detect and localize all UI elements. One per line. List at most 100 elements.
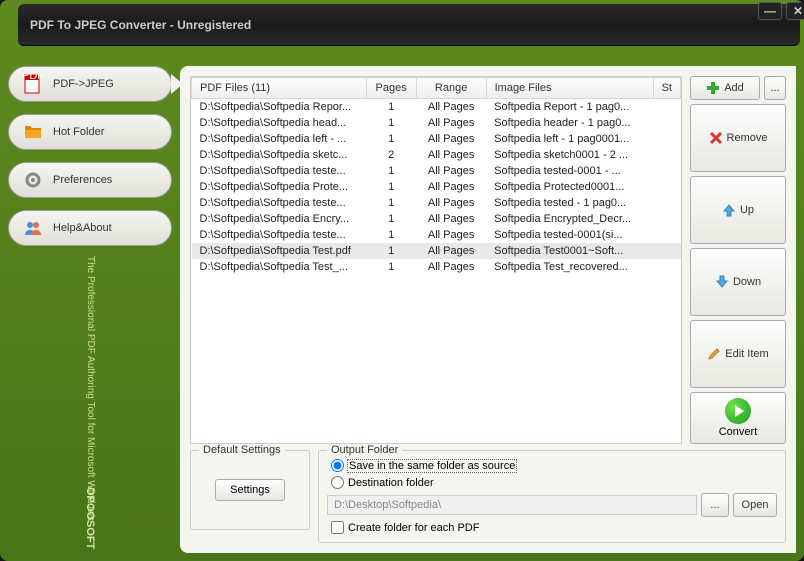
same-folder-radio[interactable] <box>331 459 344 472</box>
sidebar: PDF PDF->JPEG Hot Folder Preferences Hel… <box>0 46 180 561</box>
cell-file: D:\Softpedia\Softpedia Encry... <box>192 211 367 227</box>
file-table-container[interactable]: PDF Files (11) Pages Range Image Files S… <box>190 76 682 444</box>
cell-range: All Pages <box>416 163 486 179</box>
svg-text:PDF: PDF <box>23 74 43 82</box>
main-area: PDF PDF->JPEG Hot Folder Preferences Hel… <box>0 46 804 561</box>
table-row[interactable]: D:\Softpedia\Softpedia Encry...1All Page… <box>192 211 681 227</box>
create-folder-checkbox[interactable] <box>331 521 344 534</box>
cell-range: All Pages <box>416 227 486 243</box>
window-controls: — ✕ <box>758 2 804 20</box>
nav-label: Help&About <box>53 222 112 234</box>
close-button[interactable]: ✕ <box>786 2 804 20</box>
cell-file: D:\Softpedia\Softpedia head... <box>192 115 367 131</box>
convert-button[interactable]: Convert <box>690 392 786 444</box>
nav-label: Preferences <box>53 174 112 186</box>
cell-image: Softpedia sketch0001 - 2 ... <box>486 147 653 163</box>
cell-file: D:\Softpedia\Softpedia left - ... <box>192 131 367 147</box>
x-icon <box>709 131 723 145</box>
cell-pages: 1 <box>366 115 416 131</box>
table-row[interactable]: D:\Softpedia\Softpedia Test.pdf1All Page… <box>192 243 681 259</box>
cell-image: Softpedia tested-0001 - ... <box>486 163 653 179</box>
cell-file: D:\Softpedia\Softpedia Test.pdf <box>192 243 367 259</box>
folder-icon <box>23 122 43 142</box>
cell-image: Softpedia header - 1 pag0... <box>486 115 653 131</box>
cell-pages: 1 <box>366 227 416 243</box>
cell-range: All Pages <box>416 99 486 116</box>
cell-image: Softpedia Encrypted_Decr... <box>486 211 653 227</box>
settings-button[interactable]: Settings <box>215 479 285 501</box>
output-folder-title: Output Folder <box>327 444 402 456</box>
cell-pages: 1 <box>366 243 416 259</box>
cell-pages: 2 <box>366 147 416 163</box>
gear-icon <box>23 170 43 190</box>
cell-range: All Pages <box>416 243 486 259</box>
pencil-icon <box>707 347 721 361</box>
remove-button[interactable]: Remove <box>690 104 786 172</box>
cell-status <box>653 163 680 179</box>
cell-range: All Pages <box>416 195 486 211</box>
dest-folder-radio[interactable] <box>331 476 344 489</box>
tagline: The Professional PDF Authoring Tool for … <box>83 256 97 521</box>
cell-file: D:\Softpedia\Softpedia Repor... <box>192 99 367 116</box>
cell-pages: 1 <box>366 179 416 195</box>
cell-pages: 1 <box>366 131 416 147</box>
col-image[interactable]: Image Files <box>486 78 653 99</box>
app-window: PDF To JPEG Converter - Unregistered — ✕… <box>0 0 804 561</box>
table-row[interactable]: D:\Softpedia\Softpedia teste...1All Page… <box>192 227 681 243</box>
nav-label: Hot Folder <box>53 126 104 138</box>
cell-pages: 1 <box>366 195 416 211</box>
cell-pages: 1 <box>366 99 416 116</box>
cell-image: Softpedia tested-0001(si... <box>486 227 653 243</box>
table-row[interactable]: D:\Softpedia\Softpedia head...1All Pages… <box>192 115 681 131</box>
table-row[interactable]: D:\Softpedia\Softpedia teste...1All Page… <box>192 163 681 179</box>
upper-section: PDF Files (11) Pages Range Image Files S… <box>190 76 786 444</box>
up-button[interactable]: Up <box>690 176 786 244</box>
cell-image: Softpedia left - 1 pag0001... <box>486 131 653 147</box>
table-row[interactable]: D:\Softpedia\Softpedia Repor...1All Page… <box>192 99 681 116</box>
table-row[interactable]: D:\Softpedia\Softpedia left - ...1All Pa… <box>192 131 681 147</box>
default-settings-group: Default Settings Settings <box>190 450 310 530</box>
table-row[interactable]: D:\Softpedia\Softpedia sketc...2All Page… <box>192 147 681 163</box>
cell-range: All Pages <box>416 147 486 163</box>
col-pages[interactable]: Pages <box>366 78 416 99</box>
titlebar: PDF To JPEG Converter - Unregistered — ✕ <box>18 4 800 46</box>
down-button[interactable]: Down <box>690 248 786 316</box>
nav-help-about[interactable]: Help&About <box>8 210 172 246</box>
add-browse-button[interactable]: ... <box>764 76 786 100</box>
people-icon <box>23 218 43 238</box>
cell-range: All Pages <box>416 259 486 275</box>
dest-path-input[interactable] <box>327 495 697 515</box>
cell-image: Softpedia Test_recovered... <box>486 259 653 275</box>
play-icon <box>725 398 751 424</box>
browse-dest-button[interactable]: ... <box>701 493 729 517</box>
col-range[interactable]: Range <box>416 78 486 99</box>
cell-pages: 1 <box>366 259 416 275</box>
cell-status <box>653 227 680 243</box>
arrow-up-icon <box>722 203 736 217</box>
action-buttons: Add ... Remove Up Down <box>690 76 786 444</box>
nav-label: PDF->JPEG <box>53 78 114 90</box>
nav-hot-folder[interactable]: Hot Folder <box>8 114 172 150</box>
nav-preferences[interactable]: Preferences <box>8 162 172 198</box>
edit-item-button[interactable]: Edit Item <box>690 320 786 388</box>
dest-folder-label: Destination folder <box>348 477 434 489</box>
col-files[interactable]: PDF Files (11) <box>192 78 367 99</box>
plus-icon <box>706 81 720 95</box>
open-dest-button[interactable]: Open <box>733 493 777 517</box>
default-settings-title: Default Settings <box>199 444 285 456</box>
col-status[interactable]: St <box>653 78 680 99</box>
create-folder-label: Create folder for each PDF <box>348 522 479 534</box>
minimize-button[interactable]: — <box>758 2 782 20</box>
nav-pdf-jpeg[interactable]: PDF PDF->JPEG <box>8 66 172 102</box>
content-panel: PDF Files (11) Pages Range Image Files S… <box>180 66 796 553</box>
cell-range: All Pages <box>416 131 486 147</box>
cell-status <box>653 211 680 227</box>
cell-image: Softpedia tested - 1 pag0... <box>486 195 653 211</box>
add-button[interactable]: Add <box>690 76 760 100</box>
cell-status <box>653 131 680 147</box>
table-row[interactable]: D:\Softpedia\Softpedia teste...1All Page… <box>192 195 681 211</box>
same-folder-label: Save in the same folder as source <box>348 460 516 472</box>
table-row[interactable]: D:\Softpedia\Softpedia Prote...1All Page… <box>192 179 681 195</box>
table-row[interactable]: D:\Softpedia\Softpedia Test_...1All Page… <box>192 259 681 275</box>
cell-file: D:\Softpedia\Softpedia teste... <box>192 227 367 243</box>
